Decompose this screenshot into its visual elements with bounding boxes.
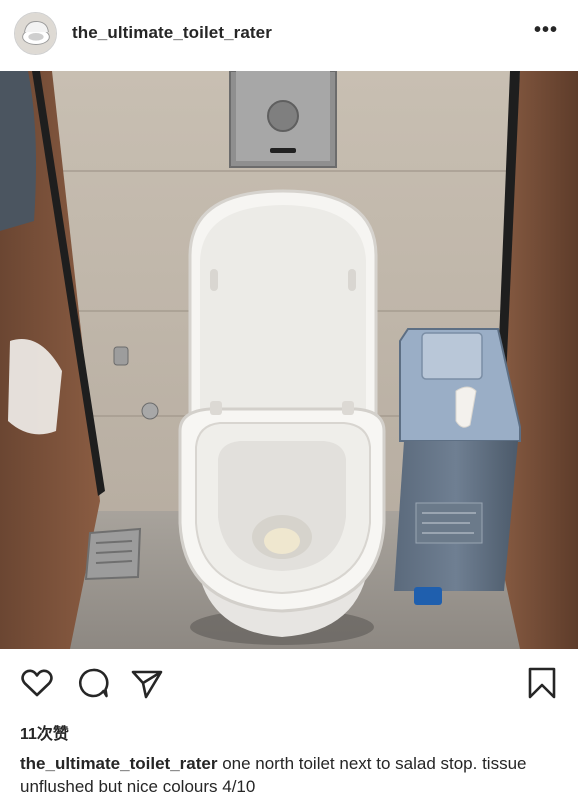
comment-button[interactable] [76,666,110,700]
save-button[interactable] [525,666,559,700]
avatar[interactable] [14,12,57,55]
bookmark-icon [528,667,556,699]
share-button[interactable] [130,666,164,700]
toilet-photo [0,71,578,649]
like-button[interactable] [20,666,54,700]
post-actions [0,660,578,708]
likes-count[interactable]: 11次赞 [20,720,69,744]
header-username[interactable]: the_ultimate_toilet_rater [72,23,272,43]
post-header: the_ultimate_toilet_rater ••• [0,0,578,68]
toilet-avatar-icon [15,13,56,54]
send-icon [131,670,163,699]
post-photo[interactable] [0,71,578,649]
post-caption: the_ultimate_toilet_rater one north toil… [20,752,560,798]
more-options-button[interactable]: ••• [534,20,558,40]
comment-icon [78,668,109,698]
caption-username[interactable]: the_ultimate_toilet_rater [20,754,217,773]
heart-icon [21,669,53,697]
